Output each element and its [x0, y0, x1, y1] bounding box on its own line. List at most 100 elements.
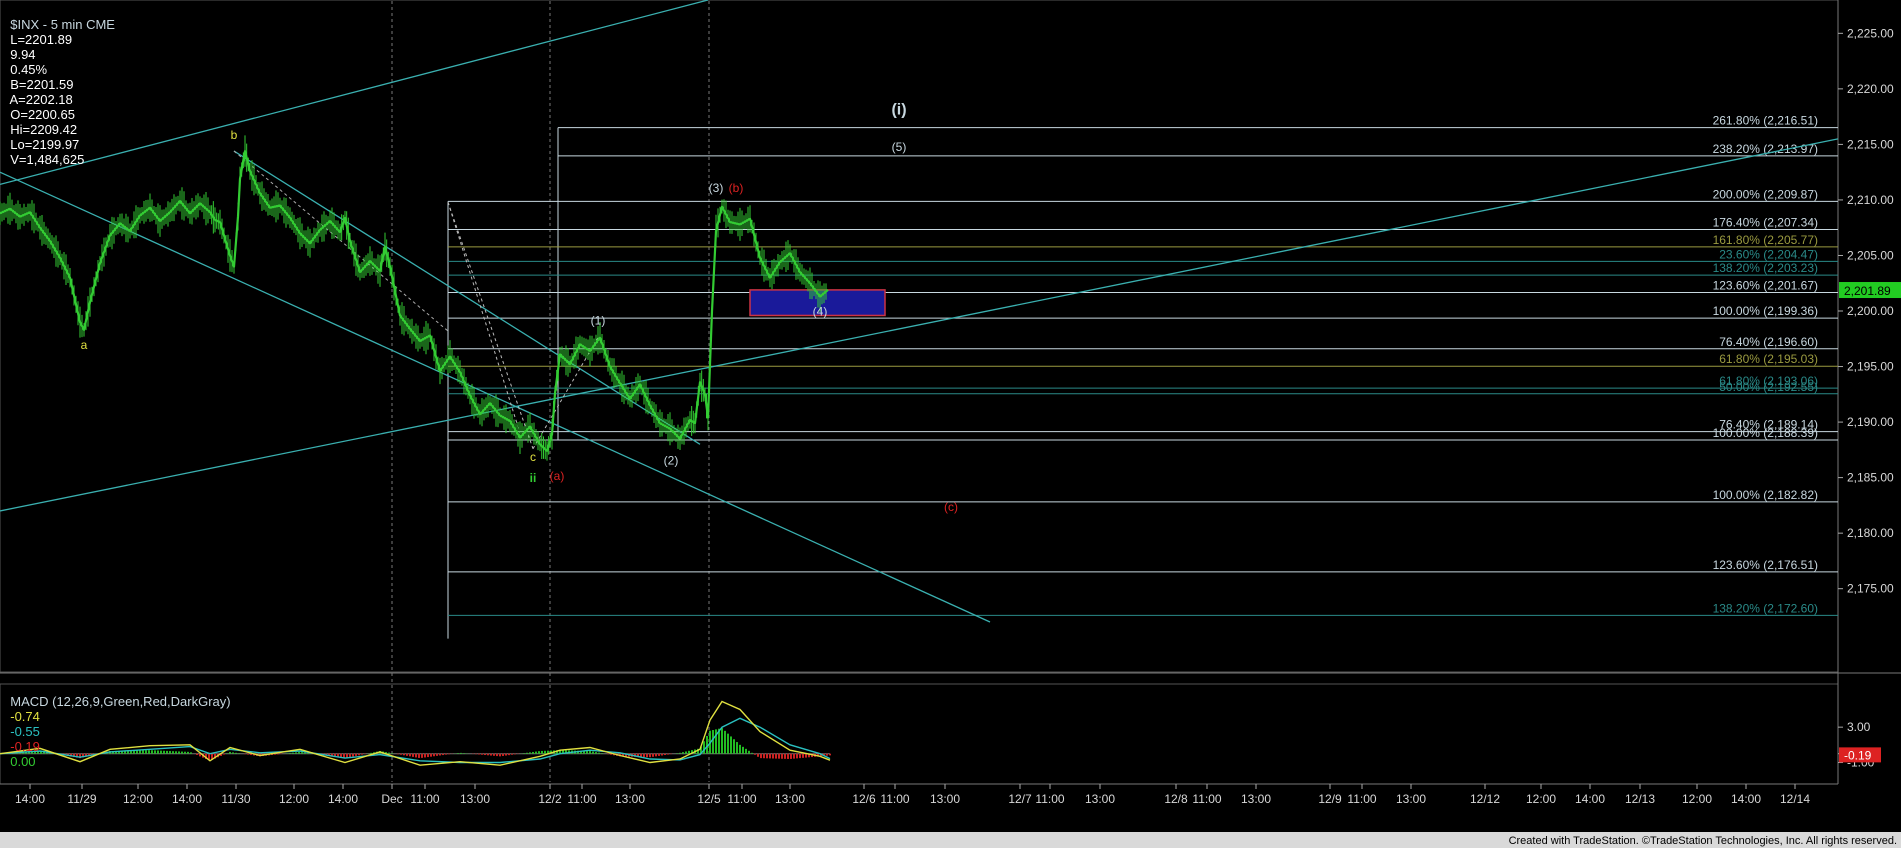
time-tick-label: 12/12	[1470, 792, 1500, 806]
fib-level-label: 61.80% (2,195.03)	[1719, 352, 1818, 366]
time-tick-label: 13:00	[1241, 792, 1271, 806]
time-tick-label: 12:00	[279, 792, 309, 806]
wave-label: (4)	[813, 304, 828, 318]
time-tick-label: 11:00	[880, 792, 909, 806]
macd-value: -0.74	[10, 709, 40, 724]
fib-level-label: 100.00% (2,199.36)	[1713, 304, 1818, 318]
credit-text: Created with TradeStation. ©TradeStation…	[1508, 835, 1897, 847]
low-price: Lo=2199.97	[10, 137, 80, 152]
time-tick-label: 12/5	[697, 792, 721, 806]
wave-label: (2)	[664, 453, 679, 467]
fib-level-label: 123.60% (2,201.67)	[1713, 278, 1818, 292]
price-tick-label: 2,205.00	[1847, 248, 1894, 262]
last-price: L=2201.89	[10, 32, 73, 47]
time-tick-label: 12/6	[852, 792, 876, 806]
time-tick-label: 13:00	[615, 792, 645, 806]
wave-label: (5)	[892, 140, 907, 154]
macd-diff: -0.19	[10, 739, 40, 754]
price-panel-frame	[0, 0, 1839, 673]
channel-line	[0, 171, 991, 623]
wave-label: (a)	[550, 469, 565, 483]
time-tick-label: 12/14	[1780, 792, 1810, 806]
price-tick-label: 2,215.00	[1847, 137, 1894, 151]
fib-level-label: 23.60% (2,204.47)	[1719, 247, 1818, 261]
time-tick-label: 14:00	[1575, 792, 1605, 806]
price-tick-label: 2,225.00	[1847, 26, 1894, 40]
fib-level-label: 176.40% (2,207.34)	[1713, 215, 1818, 229]
wave-label: (1)	[591, 313, 606, 327]
time-tick-label: 11/30	[221, 792, 250, 806]
wave-label: (3)	[709, 181, 724, 195]
ask-price: A=2202.18	[9, 92, 73, 107]
time-tick-label: 13:00	[460, 792, 490, 806]
fib-level-label: 138.20% (2,172.60)	[1713, 601, 1818, 615]
time-tick-label: 13:00	[930, 792, 960, 806]
wave-label: c	[530, 450, 536, 464]
time-tick-label: 14:00	[1731, 792, 1761, 806]
wave-label: ii	[530, 471, 537, 485]
time-tick-label: 11:00	[1035, 792, 1064, 806]
high-price: Hi=2209.42	[10, 122, 78, 137]
change-value: 9.94	[10, 47, 36, 62]
time-tick-label: 12/13	[1625, 792, 1655, 806]
macd-tick-label: 3.00	[1847, 720, 1871, 734]
time-tick-label: Dec	[381, 792, 402, 806]
price-tick-label: 2,195.00	[1847, 360, 1894, 374]
wave-label: (b)	[729, 181, 744, 195]
macd-zero: 0.00	[10, 754, 36, 769]
price-tick-label: 2,190.00	[1847, 415, 1894, 429]
volume: V=1,484,625	[10, 152, 85, 167]
macd-signal: -0.55	[10, 724, 40, 739]
time-tick-label: 14:00	[172, 792, 202, 806]
change-pct: 0.45%	[10, 62, 48, 77]
time-tick-label: 11:00	[567, 792, 596, 806]
price-tick-label: 2,200.00	[1847, 304, 1894, 318]
fib-level-label: 161.80% (2,205.77)	[1713, 233, 1818, 247]
price-tick-label: 2,185.00	[1847, 471, 1894, 485]
macd-label: MACD (12,26,9,Green,Red,DarkGray)	[10, 694, 231, 709]
fib-level-label: 76.40% (2,196.60)	[1719, 335, 1818, 349]
time-tick-label: 13:00	[1396, 792, 1426, 806]
time-tick-label: 11:00	[1347, 792, 1376, 806]
fib-level-label: 123.60% (2,176.51)	[1713, 558, 1818, 572]
time-tick-label: 12:00	[1682, 792, 1712, 806]
bid-price: B=2201.59	[10, 77, 74, 92]
time-tick-label: 12:00	[1526, 792, 1556, 806]
open-price: O=2200.65	[10, 107, 75, 122]
time-tick-label: 12/2	[538, 792, 562, 806]
wave-label: a	[81, 338, 88, 352]
time-tick-label: 13:00	[775, 792, 805, 806]
last-price-tag-label: 2,201.89	[1844, 284, 1891, 298]
symbol-label: $INX - 5 min CME	[10, 17, 115, 32]
macd-panel-frame	[0, 683, 1839, 785]
macd-last-tag-label: -0.19	[1844, 748, 1872, 762]
time-tick-label: 12/8	[1164, 792, 1188, 806]
price-tick-label: 2,210.00	[1847, 193, 1894, 207]
fib-level-label: 138.20% (2,203.23)	[1713, 261, 1818, 275]
fib-level-label: 100.00% (2,188.39)	[1713, 426, 1818, 440]
time-tick-label: 13:00	[1085, 792, 1115, 806]
fib-level-label: 50.00% (2,192.55)	[1719, 380, 1818, 394]
price-tick-label: 2,180.00	[1847, 526, 1894, 540]
time-tick-label: 11:00	[410, 792, 439, 806]
wave-label: b	[231, 128, 238, 142]
time-axis-bg	[0, 784, 1901, 830]
price-tick-label: 2,175.00	[1847, 582, 1894, 596]
fib-level-label: 261.80% (2,216.51)	[1713, 114, 1818, 128]
macd-header: MACD (12,26,9,Green,Red,DarkGray) -0.74 …	[3, 679, 231, 769]
time-tick-label: 11:00	[727, 792, 756, 806]
time-tick-label: 12:00	[123, 792, 153, 806]
wave-label: (c)	[944, 500, 958, 514]
chart-header: $INX - 5 min CME L=2201.89 9.94 0.45% B=…	[3, 2, 115, 167]
price-bars	[0, 135, 827, 461]
time-tick-label: 11/29	[67, 792, 96, 806]
time-tick-label: 12/9	[1318, 792, 1342, 806]
time-tick-label: 12/7	[1008, 792, 1032, 806]
time-tick-label: 14:00	[15, 792, 45, 806]
time-tick-label: 11:00	[1192, 792, 1221, 806]
wave-connector	[233, 150, 449, 332]
price-chart[interactable]: 2,225.00 2,220.00 2,215.00 2,210.00 2,205.00…	[0, 0, 1901, 848]
wave-label: (i)	[891, 101, 906, 118]
fib-level-label: 200.00% (2,209.87)	[1713, 187, 1818, 201]
price-series-line	[0, 150, 829, 453]
